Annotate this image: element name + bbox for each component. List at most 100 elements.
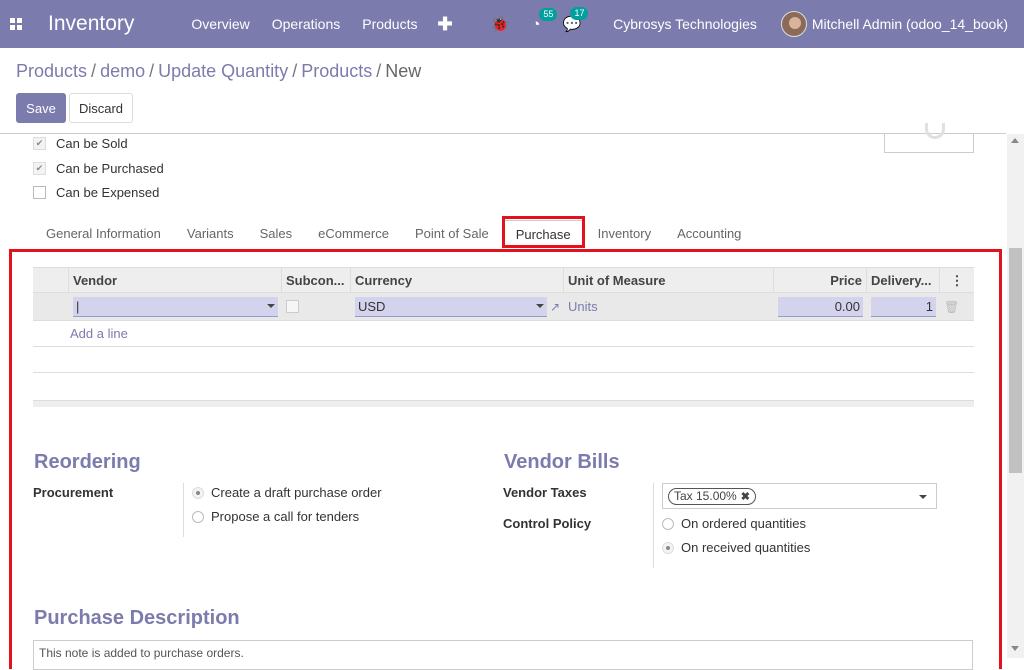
tab-ecommerce[interactable]: eCommerce bbox=[305, 220, 402, 248]
apps-menu-icon[interactable] bbox=[0, 0, 32, 48]
can-be-sold-label: Can be Sold bbox=[56, 136, 128, 151]
vendor-taxes-label: Vendor Taxes bbox=[503, 485, 587, 500]
subcontracted-cell bbox=[282, 293, 351, 321]
tab-general-information[interactable]: General Information bbox=[33, 220, 174, 248]
vendor-table: Vendor Subcon... Currency Unit of Measur… bbox=[33, 267, 974, 373]
can-be-sold-row[interactable]: ✔ Can be Sold bbox=[33, 136, 128, 151]
camera-icon bbox=[925, 123, 945, 139]
bug-icon[interactable]: 🐞 bbox=[491, 15, 510, 33]
chevron-down-icon[interactable] bbox=[535, 304, 544, 308]
radio-unselected[interactable] bbox=[192, 510, 204, 523]
scroll-up-icon[interactable] bbox=[1011, 138, 1019, 143]
currency-cell: USD ↗ bbox=[351, 293, 564, 321]
can-be-expensed-label: Can be Expensed bbox=[56, 185, 160, 200]
tab-variants[interactable]: Variants bbox=[174, 220, 247, 248]
divider bbox=[653, 483, 654, 568]
delivery-input[interactable]: 1 bbox=[871, 296, 936, 317]
price-cell: 0.00 bbox=[774, 293, 867, 321]
radio-unselected[interactable] bbox=[662, 517, 674, 530]
control-option-label: On received quantities bbox=[681, 540, 811, 555]
procurement-option-draft[interactable]: Create a draft purchase order bbox=[192, 485, 382, 500]
breadcrumb-products[interactable]: Products bbox=[16, 61, 87, 81]
currency-select[interactable]: USD bbox=[355, 296, 547, 317]
tab-point-of-sale[interactable]: Point of Sale bbox=[402, 220, 502, 248]
subcontracted-checkbox[interactable] bbox=[286, 300, 299, 313]
add-line-row: Add a line bbox=[33, 321, 974, 347]
close-icon[interactable]: ✖ bbox=[741, 490, 750, 503]
company-switcher[interactable]: Cybrosys Technologies bbox=[613, 16, 757, 32]
can-be-sold-checkbox[interactable]: ✔ bbox=[33, 137, 46, 150]
vendor-taxes-input[interactable]: Tax 15.00% ✖ bbox=[662, 483, 937, 509]
trash-icon[interactable]: 🗑 bbox=[944, 300, 959, 314]
external-link-icon[interactable]: ↗ bbox=[550, 300, 560, 314]
breadcrumb-separator: / bbox=[149, 61, 155, 81]
reordering-title: Reordering bbox=[34, 451, 141, 473]
breadcrumb-separator: / bbox=[91, 61, 97, 81]
control-policy-label: Control Policy bbox=[503, 516, 592, 531]
activity-icon[interactable]: ◔ 55 bbox=[531, 7, 558, 33]
uom-link[interactable]: Units bbox=[568, 299, 598, 314]
notebook-tabs: General Information Variants Sales eComm… bbox=[33, 220, 754, 248]
menu-overview[interactable]: Overview bbox=[191, 16, 249, 32]
save-button[interactable]: Save bbox=[16, 93, 66, 123]
vendor-cell: | bbox=[69, 293, 282, 321]
control-option-label: On ordered quantities bbox=[681, 516, 807, 531]
purchase-description-input[interactable]: This note is added to purchase orders. bbox=[33, 640, 973, 670]
procurement-label: Procurement bbox=[33, 485, 114, 500]
can-be-expensed-row[interactable]: Can be Expensed bbox=[33, 185, 159, 200]
tab-sales[interactable]: Sales bbox=[247, 220, 306, 248]
can-be-purchased-checkbox[interactable]: ✔ bbox=[33, 162, 46, 175]
add-line-link[interactable]: Add a line bbox=[70, 326, 128, 341]
table-row: | USD ↗ Units 0.00 1 🗑 bbox=[33, 293, 974, 321]
vendor-cursor: | bbox=[76, 298, 80, 314]
vendor-input[interactable]: | bbox=[73, 296, 278, 317]
procurement-option-label: Create a draft purchase order bbox=[211, 485, 382, 500]
tab-accounting[interactable]: Accounting bbox=[664, 220, 754, 248]
purchase-tab-highlight bbox=[502, 216, 585, 248]
header-unit-of-measure[interactable]: Unit of Measure bbox=[564, 268, 774, 292]
can-be-expensed-checkbox[interactable] bbox=[33, 186, 46, 199]
control-option-ordered[interactable]: On ordered quantities bbox=[662, 516, 806, 531]
messages-icon[interactable]: 💬 17 bbox=[562, 7, 589, 33]
empty-row bbox=[33, 347, 974, 373]
breadcrumb-demo[interactable]: demo bbox=[100, 61, 145, 81]
divider bbox=[183, 483, 184, 537]
avatar bbox=[780, 11, 807, 37]
control-option-received[interactable]: On received quantities bbox=[662, 540, 810, 555]
currency-value: USD bbox=[358, 298, 386, 314]
menu-products[interactable]: Products bbox=[362, 16, 417, 32]
row-handle bbox=[33, 293, 69, 321]
menu-operations[interactable]: Operations bbox=[272, 16, 340, 32]
top-navbar: Inventory Overview Operations Products ✚… bbox=[0, 0, 1024, 48]
table-footer bbox=[33, 400, 974, 407]
header-delivery[interactable]: Delivery... bbox=[867, 268, 940, 292]
radio-selected[interactable] bbox=[662, 541, 674, 554]
procurement-option-tenders[interactable]: Propose a call for tenders bbox=[192, 509, 359, 524]
vendor-bills-title: Vendor Bills bbox=[504, 451, 620, 473]
header-subcontracted[interactable]: Subcon... bbox=[282, 268, 351, 292]
header-vendor[interactable]: Vendor bbox=[69, 268, 282, 292]
header-currency[interactable]: Currency bbox=[351, 268, 564, 292]
tab-inventory[interactable]: Inventory bbox=[585, 220, 664, 248]
breadcrumb-separator: / bbox=[292, 61, 298, 81]
breadcrumb-update-quantity[interactable]: Update Quantity bbox=[158, 61, 288, 81]
uom-cell: Units bbox=[564, 293, 774, 321]
scroll-down-icon[interactable] bbox=[1011, 646, 1019, 651]
radio-selected[interactable] bbox=[192, 486, 204, 499]
plus-icon[interactable]: ✚ bbox=[437, 14, 452, 35]
row-handle-header bbox=[33, 268, 69, 292]
breadcrumb-products-2[interactable]: Products bbox=[301, 61, 372, 81]
product-image[interactable] bbox=[884, 123, 974, 153]
scrollbar-thumb[interactable] bbox=[1009, 248, 1022, 473]
discard-button[interactable]: Discard bbox=[69, 93, 133, 123]
header-price[interactable]: Price bbox=[774, 268, 867, 292]
column-options-icon[interactable]: ⋮ bbox=[940, 268, 974, 292]
chevron-down-icon[interactable] bbox=[267, 304, 275, 308]
app-title[interactable]: Inventory bbox=[48, 12, 134, 36]
delete-cell: 🗑 bbox=[940, 293, 974, 321]
can-be-purchased-row[interactable]: ✔ Can be Purchased bbox=[33, 161, 164, 176]
user-menu[interactable]: Mitchell Admin (odoo_14_book) bbox=[780, 11, 1008, 37]
price-input[interactable]: 0.00 bbox=[778, 296, 863, 317]
activity-badge: 55 bbox=[539, 7, 558, 21]
chevron-down-icon[interactable] bbox=[919, 495, 927, 499]
